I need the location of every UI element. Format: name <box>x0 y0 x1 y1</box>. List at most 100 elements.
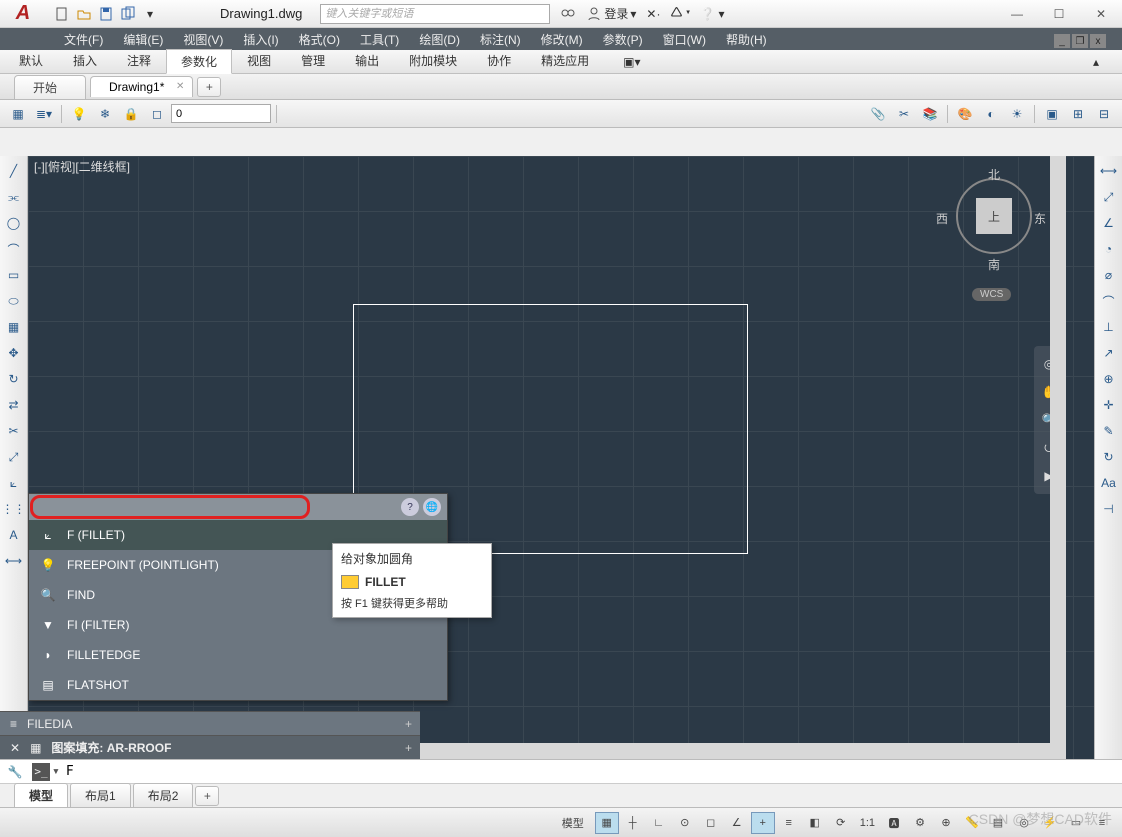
menu-window[interactable]: 窗口(W) <box>653 28 716 50</box>
ribbon-tab-annotate[interactable]: 注释 <box>112 48 166 73</box>
layer-properties-icon[interactable]: ▦ <box>6 103 30 125</box>
line-icon[interactable]: ╱ <box>3 160 25 182</box>
new-icon[interactable] <box>52 4 72 24</box>
app-store-icon[interactable]: 🛆 ▾ <box>670 3 690 24</box>
dim-linear-icon[interactable]: ⟷ <box>1098 160 1120 182</box>
ribbon-tab-parametric[interactable]: 参数化 <box>166 49 232 74</box>
move-icon[interactable]: ✥ <box>3 342 25 364</box>
close-button[interactable]: ✕ <box>1080 0 1122 28</box>
view-cube[interactable]: 上 北 南 西 东 WCS <box>942 172 1052 302</box>
dim-update-icon[interactable]: ↻ <box>1098 446 1120 468</box>
group-icon[interactable]: ⊞ <box>1066 103 1090 125</box>
sun-icon[interactable]: ☀ <box>1005 103 1029 125</box>
layer-color-icon[interactable]: ◻ <box>145 103 169 125</box>
ortho-toggle-icon[interactable]: ∟ <box>647 812 671 834</box>
materials-icon[interactable]: ◐ <box>979 103 1003 125</box>
workspace-icon[interactable]: ⚙ <box>908 812 932 834</box>
rectangle-icon[interactable]: ▭ <box>3 264 25 286</box>
mirror-icon[interactable]: ⇄ <box>3 394 25 416</box>
viewcube-top-face[interactable]: 上 <box>976 198 1012 234</box>
scale-icon[interactable]: ⤢ <box>3 446 25 468</box>
otrack-toggle-icon[interactable]: ∠ <box>725 812 749 834</box>
trim-icon[interactable]: ✂ <box>3 420 25 442</box>
qa-dropdown-icon[interactable]: ▾ <box>140 4 160 24</box>
search-input[interactable]: 键入关键字或短语 <box>320 4 550 24</box>
ref-clip-icon[interactable]: ✂ <box>892 103 916 125</box>
ac-help-icon[interactable]: ? <box>401 498 419 516</box>
grid-toggle-icon[interactable]: ▦ <box>595 812 619 834</box>
pin-icon[interactable]: + <box>405 717 412 731</box>
ref-attach-icon[interactable]: 📎 <box>866 103 890 125</box>
mdi-restore-icon[interactable]: ❐ <box>1072 34 1088 48</box>
array-icon[interactable]: ⋮⋮ <box>3 498 25 520</box>
ribbon-tab-collab[interactable]: 协作 <box>472 48 526 73</box>
dim-diameter-icon[interactable]: ⌀ <box>1098 264 1120 286</box>
maximize-button[interactable]: ☐ <box>1038 0 1080 28</box>
dim-break-icon[interactable]: ⊣ <box>1098 498 1120 520</box>
ribbon-expand-icon[interactable]: ▣▾ <box>608 51 655 73</box>
minimize-button[interactable]: — <box>996 0 1038 28</box>
dim-edit-icon[interactable]: ✎ <box>1098 420 1120 442</box>
annoscale-label[interactable]: 1:1 <box>855 812 880 834</box>
annotation-monitor-icon[interactable]: ⊕ <box>934 812 958 834</box>
search-go-icon[interactable] <box>560 6 576 22</box>
osnap-toggle-icon[interactable]: ◻ <box>699 812 723 834</box>
layer-states-icon[interactable]: ≣▾ <box>32 103 56 125</box>
render-icon[interactable]: 🎨 <box>953 103 977 125</box>
layer-lock-icon[interactable]: 🔒 <box>119 103 143 125</box>
close-history-icon[interactable]: ✕ <box>10 741 20 755</box>
pin-icon[interactable]: + <box>405 741 412 755</box>
doc-tab-drawing1[interactable]: Drawing1*✕ <box>90 76 193 97</box>
text-icon[interactable]: A <box>3 524 25 546</box>
ac-globe-icon[interactable]: 🌐 <box>423 498 441 516</box>
ribbon-tab-default[interactable]: 默认 <box>4 48 58 73</box>
menu-view[interactable]: 视图(V) <box>173 28 233 50</box>
menu-format[interactable]: 格式(O) <box>289 28 350 50</box>
clean-screen-icon[interactable]: ▭ <box>1064 812 1088 834</box>
tolerance-icon[interactable]: ⊕ <box>1098 368 1120 390</box>
drawing-canvas[interactable]: [-][俯视][二维线框] 上 北 南 西 东 WCS ◎ ✋ 🔍 ⭯ ▶ ? … <box>28 156 1094 759</box>
lineweight-icon[interactable]: ≡ <box>777 812 801 834</box>
mdi-minimize-icon[interactable]: _ <box>1054 34 1070 48</box>
exchange-icon[interactable]: ✕· <box>646 7 660 21</box>
new-tab-button[interactable]: + <box>197 77 221 97</box>
dim-style-icon[interactable]: Aa <box>1098 472 1120 494</box>
menu-tools[interactable]: 工具(T) <box>350 28 409 50</box>
close-tab-icon[interactable]: ✕ <box>176 81 184 92</box>
circle-icon[interactable]: ◯ <box>3 212 25 234</box>
menu-parametric[interactable]: 参数(P) <box>593 28 653 50</box>
layer-off-icon[interactable]: 💡 <box>67 103 91 125</box>
layer-combo[interactable] <box>171 104 271 123</box>
viewport-label[interactable]: [-][俯视][二维线框] <box>34 158 130 175</box>
transparency-icon[interactable]: ◧ <box>803 812 827 834</box>
center-mark-icon[interactable]: ✛ <box>1098 394 1120 416</box>
hatch-icon[interactable]: ▦ <box>3 316 25 338</box>
login-button[interactable]: 登录 ▾ <box>586 5 636 22</box>
fillet-icon[interactable]: ⟀ <box>3 472 25 494</box>
layout-tab-1[interactable]: 布局1 <box>70 783 131 808</box>
menu-file[interactable]: 文件(F) <box>54 28 113 50</box>
annoscale-icon[interactable]: 🅰 <box>882 812 906 834</box>
ac-item-flatshot[interactable]: ▤ FLATSHOT <box>29 670 447 700</box>
dimension-icon[interactable]: ⟷ <box>3 550 25 572</box>
menu-help[interactable]: 帮助(H) <box>716 28 777 50</box>
dim-aligned-icon[interactable]: ⤢ <box>1098 186 1120 208</box>
isolate-icon[interactable]: ◎ <box>1012 812 1036 834</box>
canvas-scrollbar-vertical[interactable] <box>1050 156 1066 759</box>
ribbon-tab-addins[interactable]: 附加模块 <box>394 48 472 73</box>
snap-toggle-icon[interactable]: ┼ <box>621 812 645 834</box>
rotate-icon[interactable]: ↻ <box>3 368 25 390</box>
ribbon-tab-insert[interactable]: 插入 <box>58 48 112 73</box>
dim-ordinate-icon[interactable]: ⊥ <box>1098 316 1120 338</box>
arc-icon[interactable]: ⌒ <box>3 238 25 260</box>
hardware-accel-icon[interactable]: ⚡ <box>1038 812 1062 834</box>
dim-arc-icon[interactable]: ⌒ <box>1098 290 1120 312</box>
ribbon-minimize-icon[interactable]: ▴ <box>1078 51 1114 73</box>
menu-draw[interactable]: 绘图(D) <box>409 28 470 50</box>
model-space-button[interactable]: 模型 <box>557 812 589 834</box>
menu-dimension[interactable]: 标注(N) <box>470 28 531 50</box>
ellipse-icon[interactable]: ⬭ <box>3 290 25 312</box>
save-icon[interactable] <box>96 4 116 24</box>
block-icon[interactable]: ▣ <box>1040 103 1064 125</box>
customize-cmdline-icon[interactable]: 🔧 <box>6 763 24 781</box>
